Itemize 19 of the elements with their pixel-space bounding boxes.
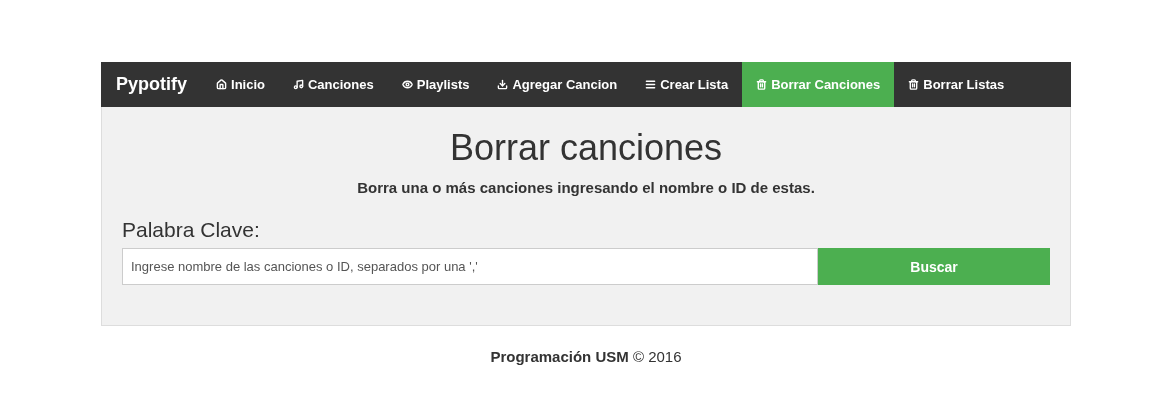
- footer-text: Programación USM © 2016: [490, 348, 682, 365]
- home-icon: [216, 79, 227, 90]
- nav-link[interactable]: Playlists: [387, 62, 484, 107]
- nav-link[interactable]: Crear Lista: [631, 62, 743, 107]
- trash-icon: [756, 79, 768, 90]
- field-label: Palabra Clave:: [122, 218, 260, 242]
- nav-link[interactable]: Inicio: [202, 62, 279, 107]
- search-field[interactable]: Ingrese nombre de las canciones o ID, separados por una ',': [122, 248, 818, 285]
- music-note-icon: [292, 79, 304, 90]
- eye-icon: [401, 79, 413, 90]
- list-icon: [645, 79, 657, 90]
- tray-arrow-icon: [497, 79, 509, 90]
- trash-icon: [908, 79, 920, 90]
- nav-link[interactable]: Borrar Listas: [894, 62, 1019, 107]
- nav-link[interactable]: Agregar Cancion: [483, 62, 632, 107]
- brand-logo[interactable]: Pypotify: [101, 62, 202, 107]
- page-subtitle: Borra una o más canciones ingresando el nombre o ID de estas.: [357, 179, 815, 196]
- nav-link[interactable]: Canciones: [278, 62, 388, 107]
- page-title: Borrar canciones: [449, 127, 723, 169]
